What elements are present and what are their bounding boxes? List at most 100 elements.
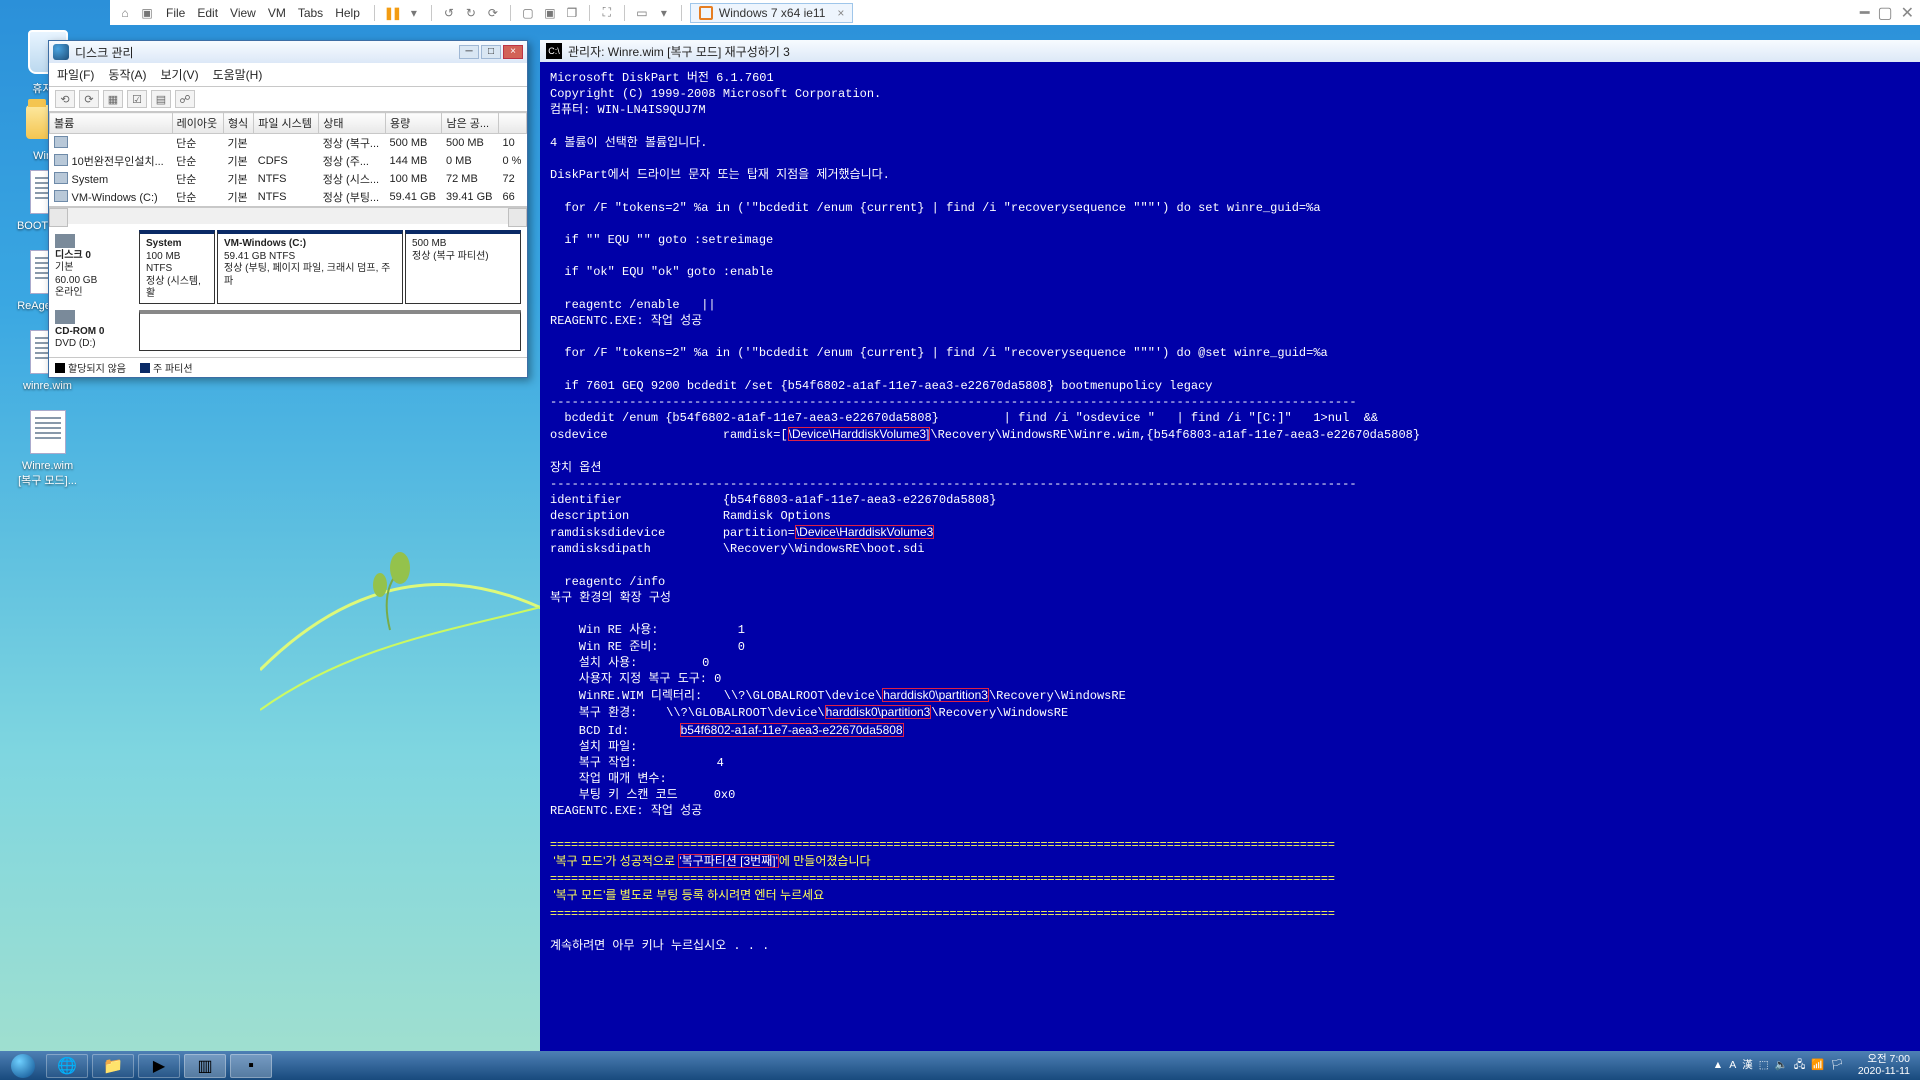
diskmgmt-max-button[interactable]: □ (481, 45, 501, 59)
diskmgmt-menu-item[interactable]: 보기(V) (160, 66, 198, 83)
volume-grid-hscroll[interactable] (49, 207, 527, 224)
taskbar-ie[interactable]: 🌐 (46, 1054, 88, 1078)
vm-snap3-icon[interactable]: ⟳ (484, 4, 502, 22)
vm-dropdown-icon[interactable]: ▾ (405, 4, 423, 22)
disk-row-0: 디스크 0 기본 60.00 GB 온라인 System 100 MB NTFS… (55, 230, 521, 304)
column-header[interactable]: 남은 공... (442, 113, 499, 134)
column-header[interactable]: 상태 (319, 113, 386, 134)
diskmgmt-tool-2[interactable]: ▦ (103, 90, 123, 108)
diskmgmt-legend: 할당되지 않음 주 파티션 (49, 357, 527, 377)
vm-max-icon[interactable]: ▢ (1877, 3, 1892, 23)
desktop-icon-label: Winre.wim [복구 모드]... (10, 460, 85, 488)
part-vm-size: 59.41 GB NTFS (224, 251, 295, 262)
cell: 기본 (223, 188, 253, 206)
legend-primary: 주 파티션 (153, 364, 193, 375)
vm-menu-help[interactable]: Help (329, 4, 366, 22)
cdrom-sub: DVD (D:) (55, 338, 135, 351)
diskmgmt-tool-0[interactable]: ⟲ (55, 90, 75, 108)
vm-menu-file[interactable]: File (160, 4, 191, 22)
vm-snap2-icon[interactable]: ↻ (462, 4, 480, 22)
diskmgmt-menu-item[interactable]: 도움말(H) (213, 66, 263, 83)
column-header[interactable]: 용량 (385, 113, 442, 134)
diskmgmt-tool-3[interactable]: ☑ (127, 90, 147, 108)
partition-vmwindows[interactable]: VM-Windows (C:) 59.41 GB NTFS 정상 (부팅, 페이… (217, 230, 403, 304)
cell: System (50, 170, 173, 188)
taskbar-wmp[interactable]: ▶ (138, 1054, 180, 1078)
column-header[interactable]: 볼륨 (50, 113, 173, 134)
cell: 144 MB (385, 152, 442, 170)
cell: 72 (498, 170, 526, 188)
desktop-icon-label: winre.wim (10, 380, 85, 392)
vm-menu-view[interactable]: View (224, 4, 262, 22)
tray-icon-4[interactable]: 🔈 (1775, 1059, 1788, 1071)
tray-icon-3[interactable]: ⬚ (1759, 1059, 1769, 1071)
volume-row[interactable]: System단순기본NTFS정상 (시스...100 MB72 MB72 (50, 170, 527, 188)
vm-tab-close-icon[interactable]: × (837, 6, 844, 20)
vm-menu-vm[interactable]: VM (262, 4, 292, 22)
cmd-titlebar[interactable]: C:\ 관리자: Winre.wim [복구 모드] 재구성하기 3 (540, 40, 1920, 62)
taskbar: 🌐 📁 ▶ ▥ ▪ ▲ A漢 ⬚ 🔈 🖧 📶 🏳 오전 7:00 2020-11-11 (0, 1051, 1920, 1080)
tray-icon-0[interactable]: ▲ (1713, 1059, 1723, 1071)
cell: 72 MB (442, 170, 499, 188)
volume-grid[interactable]: 볼륨레이아웃형식파일 시스템상태용량남은 공... 단순기본정상 (복구...5… (49, 112, 527, 207)
disk0-size: 60.00 GB (55, 275, 135, 288)
partition-cd[interactable] (139, 310, 521, 351)
vm-close-icon[interactable]: ✕ (1901, 3, 1914, 23)
taskbar-diskmgmt[interactable]: ▥ (184, 1054, 226, 1078)
vm-snapshot-icon[interactable]: ↺ (440, 4, 458, 22)
taskbar-cmd[interactable]: ▪ (230, 1054, 272, 1078)
column-header[interactable]: 레이아웃 (172, 113, 223, 134)
diskmgmt-close-button[interactable]: × (503, 45, 523, 59)
cell (50, 134, 173, 153)
taskbar-explorer[interactable]: 📁 (92, 1054, 134, 1078)
vm-fit-icon[interactable]: ▢ (519, 4, 537, 22)
cell: 59.41 GB (385, 188, 442, 206)
cdrom-icon (55, 310, 75, 324)
column-header[interactable] (498, 113, 526, 134)
vm-min-icon[interactable]: ━ (1860, 3, 1870, 23)
vm-menu-tabs[interactable]: Tabs (292, 4, 329, 22)
volume-row[interactable]: 10번완전무인설치...단순기본CDFS정상 (주...144 MB0 MB0 … (50, 152, 527, 170)
tray-icon-1[interactable]: A (1729, 1059, 1736, 1071)
vm-full-icon[interactable]: ⛶ (598, 4, 616, 22)
tray-icon-5[interactable]: 🖧 (1794, 1059, 1806, 1071)
part-sys-size: 100 MB NTFS (146, 251, 180, 275)
tray-icon-7[interactable]: 🏳 (1831, 1059, 1844, 1071)
vm-home-icon[interactable]: ⌂ (116, 4, 134, 22)
diskmgmt-menu-item[interactable]: 파일(F) (57, 66, 94, 83)
diskmgmt-tool-1[interactable]: ⟳ (79, 90, 99, 108)
vm-lib-icon[interactable]: ▣ (138, 4, 156, 22)
tray-icon-6[interactable]: 📶 (1811, 1059, 1824, 1071)
partition-system[interactable]: System 100 MB NTFS 정상 (시스템, 활 (139, 230, 215, 304)
cell: 단순 (172, 170, 223, 188)
diskmgmt-min-button[interactable]: ─ (459, 45, 479, 59)
cell: 단순 (172, 188, 223, 206)
cell: 66 (498, 188, 526, 206)
vm-console-icon[interactable]: ▭ (633, 4, 651, 22)
volume-row[interactable]: 단순기본정상 (복구...500 MB500 MB10 (50, 134, 527, 153)
vm-unity-icon[interactable]: ❐ (563, 4, 581, 22)
taskbar-clock[interactable]: 오전 7:00 2020-11-11 (1858, 1054, 1910, 1077)
cmd-title: 관리자: Winre.wim [복구 모드] 재구성하기 3 (568, 43, 790, 60)
desktop-icon-winre-recov[interactable]: Winre.wim [복구 모드]... (10, 408, 85, 488)
vm-menu-edit[interactable]: Edit (191, 4, 224, 22)
vm-tab-windows7[interactable]: Windows 7 x64 ie11 × (690, 3, 854, 23)
column-header[interactable]: 형식 (223, 113, 253, 134)
vm-pause-button[interactable]: ❚❚ (383, 4, 401, 22)
diskmgmt-title: 디스크 관리 (75, 44, 134, 61)
vm-drop2-icon[interactable]: ▾ (655, 4, 673, 22)
diskmgmt-tool-4[interactable]: ▤ (151, 90, 171, 108)
tray-icon-2[interactable]: 漢 (1742, 1059, 1753, 1071)
column-header[interactable]: 파일 시스템 (254, 113, 319, 134)
vm-tab-icon (699, 6, 713, 20)
start-button[interactable] (4, 1052, 42, 1080)
volume-row[interactable]: VM-Windows (C:)단순기본NTFS정상 (부팅...59.41 GB… (50, 188, 527, 206)
partition-recovery[interactable]: 500 MB 정상 (복구 파티션) (405, 230, 521, 304)
diskmgmt-tool-5[interactable]: ☍ (175, 90, 195, 108)
vm-fit2-icon[interactable]: ▣ (541, 4, 559, 22)
vmware-menubar: ⌂ ▣ FileEditViewVMTabsHelp ❚❚ ▾ ↺ ↻ ⟳ ▢ … (110, 0, 1920, 25)
cmd-output[interactable]: Microsoft DiskPart 버전 6.1.7601 Copyright… (540, 62, 1920, 1051)
cell: 기본 (223, 152, 253, 170)
diskmgmt-titlebar[interactable]: 디스크 관리 ─ □ × (49, 41, 527, 63)
diskmgmt-menu-item[interactable]: 동작(A) (108, 66, 146, 83)
